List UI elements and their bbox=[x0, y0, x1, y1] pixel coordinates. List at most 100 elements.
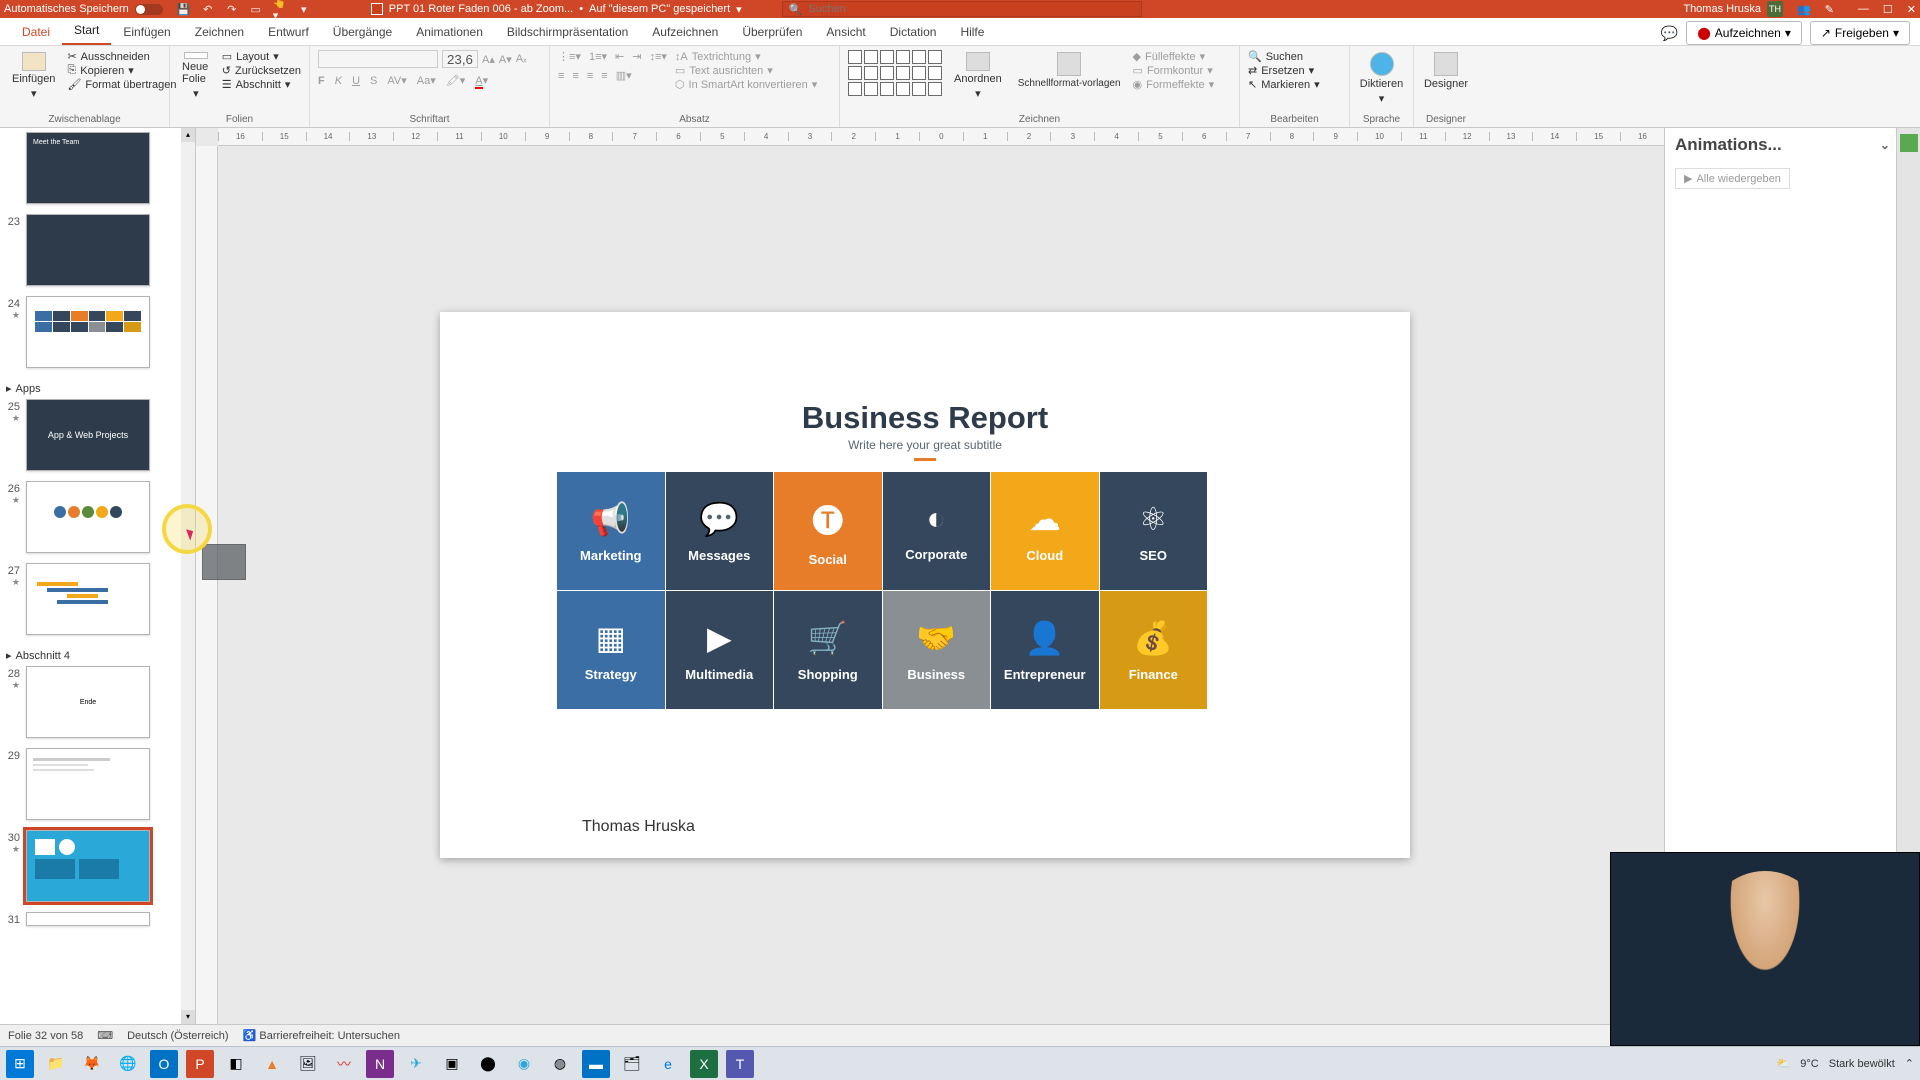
tab-ueberpruefen[interactable]: Überprüfen bbox=[730, 19, 814, 45]
italic-button[interactable]: K bbox=[335, 75, 342, 87]
maximize-icon[interactable]: ☐ bbox=[1883, 3, 1893, 16]
thumbs-scrollbar[interactable]: ▴▾ bbox=[181, 128, 195, 1024]
reset-button[interactable]: ↺ Zurücksetzen bbox=[222, 64, 301, 77]
slide-thumb-29[interactable] bbox=[26, 748, 150, 820]
align-left-icon[interactable]: ≡ bbox=[558, 70, 564, 82]
shapes-gallery[interactable] bbox=[848, 50, 942, 102]
tile-multimedia[interactable]: ▶Multimedia bbox=[666, 591, 774, 709]
taskbar-telegram-icon[interactable]: ✈ bbox=[402, 1050, 430, 1078]
ink-icon[interactable]: ✎ bbox=[1825, 3, 1834, 16]
dedent-icon[interactable]: ⇤ bbox=[615, 50, 624, 63]
tile-marketing[interactable]: 📢Marketing bbox=[557, 472, 665, 590]
taskbar-app7-icon[interactable]: 🗂 bbox=[618, 1050, 646, 1078]
line-spacing-icon[interactable]: ↕≡▾ bbox=[649, 50, 666, 63]
tab-entwurf[interactable]: Entwurf bbox=[256, 19, 321, 45]
taskbar-app3-icon[interactable]: ▣ bbox=[438, 1050, 466, 1078]
saved-location[interactable]: Auf "diesem PC" gespeichert bbox=[589, 3, 730, 15]
close-icon[interactable]: ✕ bbox=[1907, 3, 1916, 16]
columns-icon[interactable]: ▥▾ bbox=[616, 69, 632, 82]
taskbar-photos-icon[interactable]: 🖼 bbox=[294, 1050, 322, 1078]
taskbar-obs-icon[interactable]: ⬤ bbox=[474, 1050, 502, 1078]
tile-shopping[interactable]: 🛒Shopping bbox=[774, 591, 882, 709]
status-accessibility[interactable]: ♿ Barrierefreiheit: Untersuchen bbox=[243, 1029, 400, 1042]
user-avatar[interactable]: TH bbox=[1767, 1, 1783, 17]
tab-datei[interactable]: Datei bbox=[10, 19, 62, 45]
taskbar-onenote-icon[interactable]: N bbox=[366, 1050, 394, 1078]
tab-ansicht[interactable]: Ansicht bbox=[814, 19, 877, 45]
tab-animationen[interactable]: Animationen bbox=[404, 19, 495, 45]
taskbar-edge-icon[interactable]: e bbox=[654, 1050, 682, 1078]
slide-canvas[interactable]: Business Report Write here your great su… bbox=[440, 312, 1410, 858]
slide-thumb-26[interactable] bbox=[26, 481, 150, 553]
tile-messages[interactable]: 💬Messages bbox=[666, 472, 774, 590]
save-icon[interactable]: 💾 bbox=[177, 2, 191, 16]
slide-thumb-25[interactable]: App & Web Projects bbox=[26, 399, 150, 471]
minimize-icon[interactable]: — bbox=[1858, 3, 1869, 16]
taskbar-outlook-icon[interactable]: O bbox=[150, 1050, 178, 1078]
tile-entrepreneur[interactable]: 👤Entrepreneur bbox=[991, 591, 1099, 709]
layout-button[interactable]: ▭ Layout ▾ bbox=[222, 50, 301, 63]
play-all-button[interactable]: ▶ Alle wiedergeben bbox=[1675, 168, 1790, 189]
touch-mode-icon[interactable]: 👆▾ bbox=[273, 2, 287, 16]
side-rail-icon[interactable] bbox=[1900, 134, 1918, 152]
tab-bildschirm[interactable]: Bildschirmpräsentation bbox=[495, 19, 640, 45]
tile-cloud[interactable]: ☁Cloud bbox=[991, 472, 1099, 590]
format-painter-button[interactable]: 🖌 Format übertragen bbox=[67, 78, 176, 91]
cut-button[interactable]: ✂ Ausschneiden bbox=[67, 50, 176, 63]
slide-thumb-24[interactable] bbox=[26, 296, 150, 368]
record-button[interactable]: ⬤Aufzeichnen▾ bbox=[1686, 21, 1802, 45]
underline-button[interactable]: U bbox=[352, 75, 360, 87]
align-right-icon[interactable]: ≡ bbox=[587, 70, 593, 82]
share-button[interactable]: ↗Freigeben▾ bbox=[1810, 21, 1910, 45]
bullets-icon[interactable]: ⋮≡▾ bbox=[558, 50, 581, 63]
font-size-input[interactable] bbox=[442, 50, 478, 68]
slide-subtitle[interactable]: Write here your great subtitle bbox=[440, 438, 1410, 452]
meet-now-icon[interactable]: 👥 bbox=[1797, 3, 1811, 16]
dropdown-icon[interactable]: ▾ bbox=[736, 3, 742, 16]
taskbar-vlc-icon[interactable]: ▲ bbox=[258, 1050, 286, 1078]
dictate-button[interactable]: Diktieren▾ bbox=[1358, 50, 1405, 107]
autosave-toggle[interactable] bbox=[135, 4, 163, 15]
undo-icon[interactable]: ↶ bbox=[201, 2, 215, 16]
slide-thumb-28[interactable]: Ende bbox=[26, 666, 150, 738]
slide-title[interactable]: Business Report bbox=[440, 400, 1410, 436]
text-direction-button[interactable]: ↕A Textrichtung ▾ bbox=[675, 50, 817, 63]
numbering-icon[interactable]: 1≡▾ bbox=[589, 50, 607, 63]
taskbar-chrome-icon[interactable]: 🌐 bbox=[114, 1050, 142, 1078]
smartart-button[interactable]: ⬡ In SmartArt konvertieren ▾ bbox=[675, 78, 817, 91]
slide-thumb-23[interactable] bbox=[26, 214, 150, 286]
shrink-font-icon[interactable]: A▾ bbox=[499, 53, 512, 66]
search-input[interactable] bbox=[808, 3, 1134, 15]
slide-thumb-27[interactable] bbox=[26, 563, 150, 635]
filename[interactable]: PPT 01 Roter Faden 006 - ab Zoom... bbox=[389, 3, 573, 15]
taskbar-excel-icon[interactable]: X bbox=[690, 1050, 718, 1078]
strike-button[interactable]: S bbox=[370, 75, 377, 87]
tab-dictation[interactable]: Dictation bbox=[878, 19, 949, 45]
replace-button[interactable]: ⇄ Ersetzen ▾ bbox=[1248, 64, 1341, 77]
tab-aufzeichnen[interactable]: Aufzeichnen bbox=[640, 19, 730, 45]
comments-icon[interactable]: 💬 bbox=[1661, 25, 1678, 42]
tab-hilfe[interactable]: Hilfe bbox=[948, 19, 996, 45]
justify-icon[interactable]: ≡ bbox=[601, 70, 607, 82]
quick-styles-button[interactable]: Schnellformat-vorlagen bbox=[1014, 50, 1125, 102]
bold-button[interactable]: F bbox=[318, 75, 325, 87]
redo-icon[interactable]: ↷ bbox=[225, 2, 239, 16]
taskbar-app4-icon[interactable]: ◉ bbox=[510, 1050, 538, 1078]
tab-uebergaenge[interactable]: Übergänge bbox=[321, 19, 404, 45]
tab-zeichnen[interactable]: Zeichnen bbox=[183, 19, 256, 45]
copy-button[interactable]: ⎘ Kopieren ▾ bbox=[67, 64, 176, 77]
indent-icon[interactable]: ⇥ bbox=[632, 50, 641, 63]
taskbar-firefox-icon[interactable]: 🦊 bbox=[78, 1050, 106, 1078]
search-box[interactable]: 🔍 bbox=[782, 1, 1142, 17]
find-button[interactable]: 🔍 Suchen bbox=[1248, 50, 1341, 63]
align-center-icon[interactable]: ≡ bbox=[572, 70, 578, 82]
tile-business[interactable]: 🤝Business bbox=[883, 591, 991, 709]
tile-strategy[interactable]: ▦Strategy bbox=[557, 591, 665, 709]
text-align-button[interactable]: ▭ Text ausrichten ▾ bbox=[675, 64, 817, 77]
weather-text[interactable]: Stark bewölkt bbox=[1829, 1058, 1895, 1070]
taskbar-powerpoint-icon[interactable]: P bbox=[186, 1050, 214, 1078]
tab-start[interactable]: Start bbox=[62, 17, 111, 45]
shape-fill-button[interactable]: ◆ Fülleffekte ▾ bbox=[1133, 50, 1215, 63]
shape-effects-button[interactable]: ◉ Formeffekte ▾ bbox=[1133, 78, 1215, 91]
taskbar-app2-icon[interactable]: 〰 bbox=[330, 1050, 358, 1078]
